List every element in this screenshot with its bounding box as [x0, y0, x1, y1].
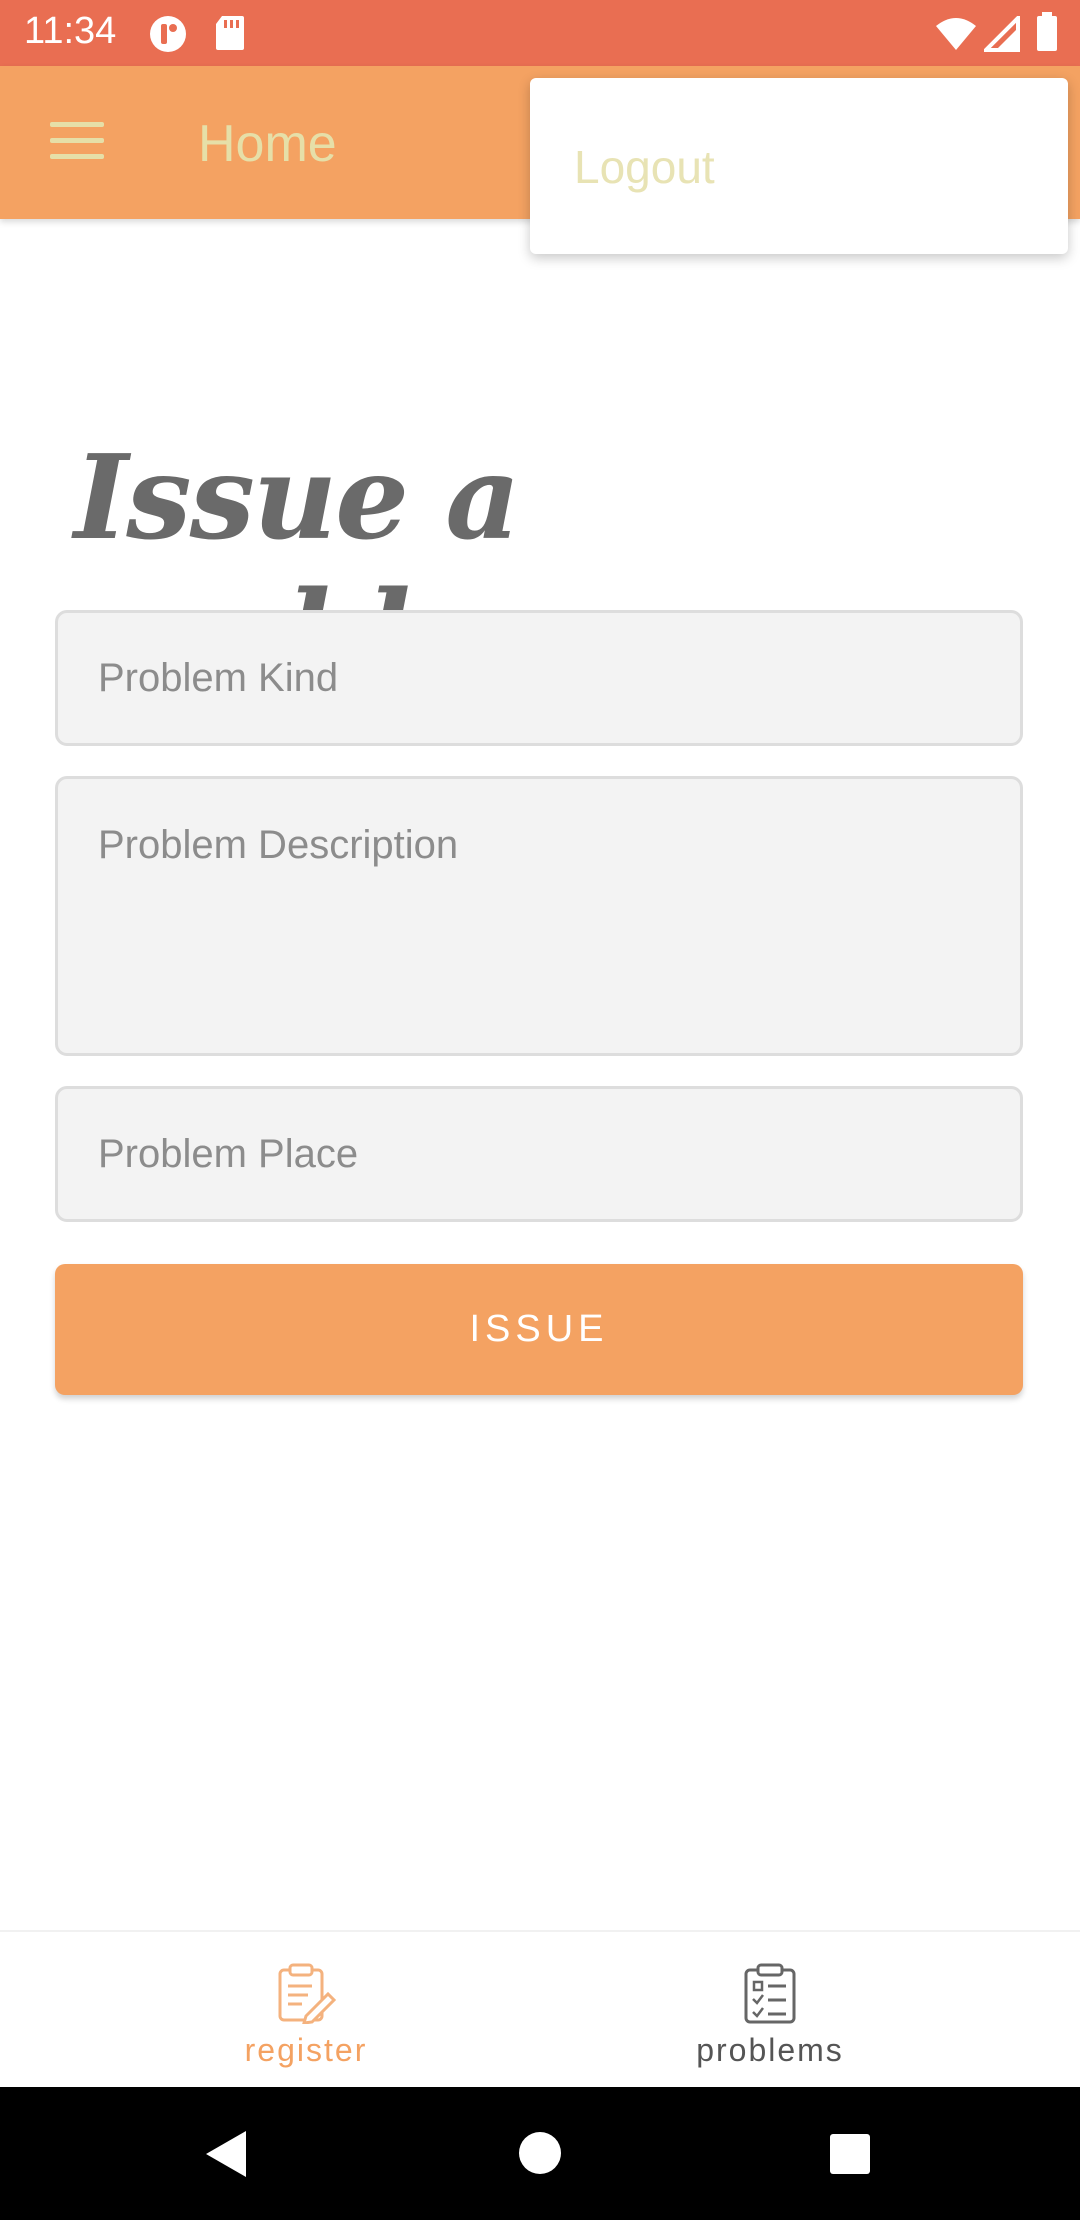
clipboard-edit-icon	[276, 1962, 337, 2025]
overflow-menu: Logout	[530, 78, 1068, 254]
battery-icon	[1036, 12, 1058, 57]
menu-item-logout[interactable]: Logout	[574, 140, 715, 194]
problem-place-input[interactable]	[58, 1089, 1020, 1219]
sd-card-icon	[214, 14, 246, 57]
nav-item-register[interactable]: register	[36, 1932, 576, 2089]
status-bar: 11:34	[0, 0, 1080, 66]
issue-button[interactable]: ISSUE	[55, 1264, 1023, 1395]
nav-label-register: register	[244, 2032, 368, 2068]
hamburger-menu-icon[interactable]	[50, 122, 104, 162]
page-title: Home	[198, 115, 337, 173]
nav-item-problems[interactable]: problems	[500, 1932, 1040, 2089]
status-time: 11:34	[24, 10, 117, 52]
problem-kind-field	[55, 610, 1023, 746]
system-navigation-bar	[0, 2087, 1080, 2220]
wifi-icon	[934, 16, 978, 57]
notification-app-icon	[148, 14, 188, 59]
recents-icon[interactable]	[829, 2133, 871, 2180]
back-icon[interactable]	[204, 2129, 248, 2184]
nav-label-problems: problems	[696, 2032, 844, 2068]
bottom-navigation: register problems	[0, 1930, 1080, 2089]
home-icon[interactable]	[518, 2131, 562, 2180]
problem-description-field	[55, 776, 1023, 1056]
problem-place-field	[55, 1086, 1023, 1222]
problem-kind-input[interactable]	[58, 613, 1020, 743]
signal-icon	[981, 13, 1020, 57]
clipboard-list-icon	[740, 1962, 800, 2024]
problem-description-input[interactable]	[58, 779, 1020, 1053]
